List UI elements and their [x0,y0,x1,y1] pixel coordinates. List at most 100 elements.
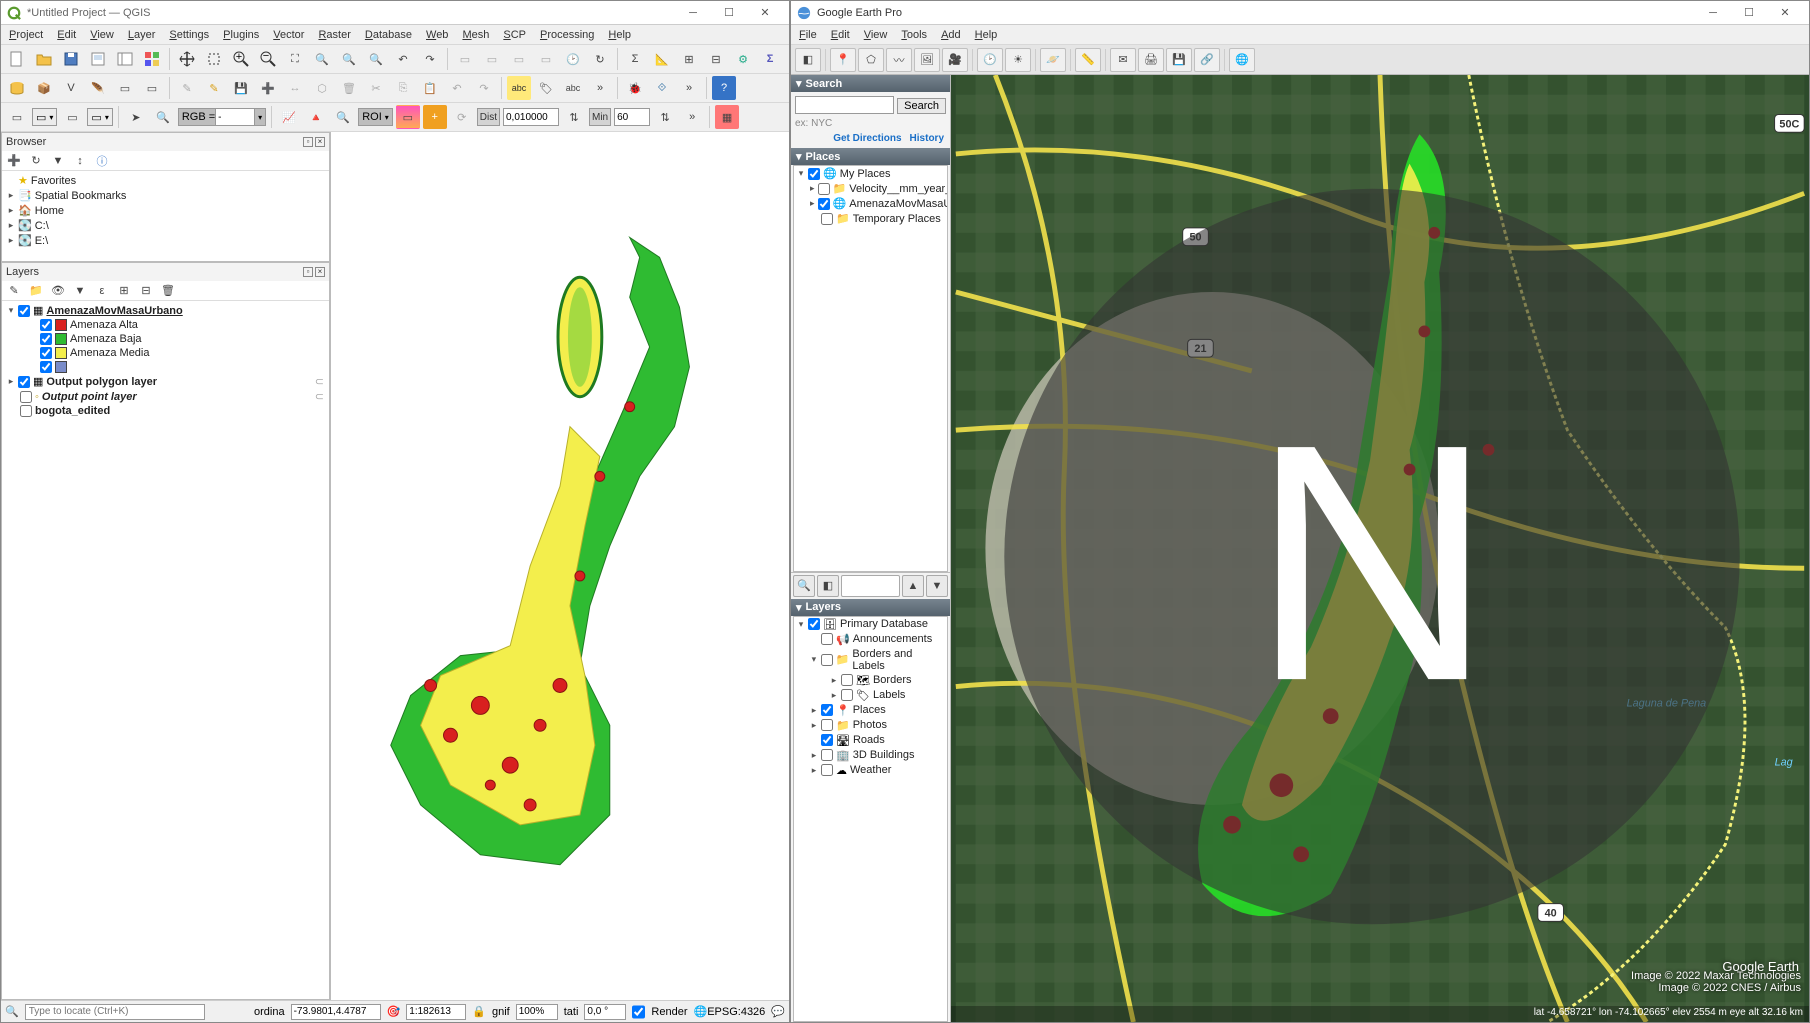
gep-layers-tree[interactable]: ▾🗄Primary Database 📢Announcements ▾📁Bord… [793,616,948,1023]
scp-band-icon[interactable]: ▭ [60,105,84,129]
browser-collapse-icon[interactable]: ↕ [71,152,89,170]
add-feature-icon[interactable]: ➕ [256,76,280,100]
layers-add-group-icon[interactable]: 📁 [27,282,45,300]
panel-undock-icon[interactable]: ▫ [303,137,313,147]
menu-database[interactable]: Database [360,28,417,42]
move-feature-icon[interactable]: ↔ [283,76,307,100]
layers-remove-icon[interactable]: 🗑 [159,282,177,300]
scp-input-combo[interactable]: ▭▾ [32,108,57,126]
pan-icon[interactable] [175,47,199,71]
scp-dock-icon[interactable]: ▭ [5,105,29,129]
browser-item-home[interactable]: ▸🏠Home [4,203,327,218]
layers-collapse-icon[interactable]: ⊟ [137,282,155,300]
scp-rgb-combo[interactable]: RGB = ▾ [178,108,266,126]
field-calc-icon[interactable]: ⊟ [704,47,728,71]
search-input[interactable] [795,96,894,114]
layer-announce[interactable]: 📢Announcements [794,632,947,647]
layers-style-icon[interactable]: ✎ [5,282,23,300]
place-velocity[interactable]: ▸📁Velocity__mm_year__ti... [794,181,947,196]
coord-input[interactable] [291,1004,381,1020]
browser-props-icon[interactable]: ⓘ [93,152,111,170]
menu-help[interactable]: Help [603,28,636,42]
scp-min-spin[interactable]: ⇅ [653,105,677,129]
layers-expr-icon[interactable]: ε [93,282,111,300]
scp-scatter-icon[interactable]: 🔺 [304,105,328,129]
redo-icon[interactable]: ↷ [472,76,496,100]
directions-link[interactable]: Get Directions [833,133,901,144]
legend-unk[interactable] [4,360,327,374]
legend-baja[interactable]: Amenaza Baja [4,332,327,346]
paste-icon[interactable]: 📋 [418,76,442,100]
image-overlay-icon[interactable]: 🖼 [914,48,940,72]
undo-icon[interactable]: ↶ [445,76,469,100]
browser-refresh-icon[interactable]: ↻ [27,152,45,170]
identify-icon[interactable]: ▭ [507,47,531,71]
menu-vector[interactable]: Vector [268,28,309,42]
new-print-layout-icon[interactable] [86,47,110,71]
layers-header[interactable]: ▾Layers [791,599,950,616]
menu-edit[interactable]: Edit [52,28,81,42]
zoom-out-icon[interactable]: − [256,47,280,71]
menu-scp[interactable]: SCP [498,28,531,42]
scp-roi-ptr-icon[interactable]: ➤ [124,105,148,129]
find-place-icon[interactable]: 🔍 [793,575,815,597]
scp-refresh-icon[interactable]: ⟳ [450,105,474,129]
primary-db[interactable]: ▾🗄Primary Database [794,617,947,632]
maximize-button[interactable]: ☐ [1731,2,1767,24]
scp-zoom2-icon[interactable]: 🔍 [331,105,355,129]
browser-panel-header[interactable]: Browser ▫× [2,133,329,151]
panel-close-icon[interactable]: × [315,267,325,277]
python-icon[interactable]: ⟐ [650,76,674,100]
copy-icon[interactable]: ⎘ [391,76,415,100]
menu-mesh[interactable]: Mesh [457,28,494,42]
scp-class-icon[interactable]: ▦ [715,105,739,129]
temp-places[interactable]: 📁Temporary Places [794,211,947,226]
zoom-in-icon[interactable]: + [229,47,253,71]
panel-close-icon[interactable]: × [315,137,325,147]
zoom-full-icon[interactable]: ⛶ [283,47,307,71]
zoom-next-icon[interactable]: ↷ [418,47,442,71]
delete-selected-icon[interactable]: 🗑 [337,76,361,100]
places-header[interactable]: ▾Places [791,148,950,165]
locator-input[interactable] [25,1004,205,1020]
crs-button[interactable]: 🌐EPSG:4326 [694,1005,766,1018]
layers-manage-icon[interactable]: 👁 [49,282,67,300]
places-tree[interactable]: ▾🌐My Places ▸📁Velocity__mm_year__ti... ▸… [793,165,948,572]
new-spatialite-icon[interactable]: 🪶 [86,76,110,100]
zoom-native-icon[interactable]: 🔍 [364,47,388,71]
select-icon[interactable]: ▭ [534,47,558,71]
scp-training-combo[interactable]: ▭▾ [87,108,112,126]
minimize-button[interactable]: ─ [675,2,711,24]
placemark-icon[interactable]: 📍 [830,48,856,72]
pan-to-selection-icon[interactable] [202,47,226,71]
email-icon[interactable]: ✉ [1110,48,1136,72]
qgis-map-canvas[interactable] [331,132,789,1000]
sunlight-icon[interactable]: ☀ [1005,48,1031,72]
zoom-last-icon[interactable]: ↶ [391,47,415,71]
save-edits-icon[interactable]: 💾 [229,76,253,100]
sigma-icon[interactable]: Σ [758,47,782,71]
open-datasource-icon[interactable] [5,76,29,100]
node-tool-icon[interactable]: ⬡ [310,76,334,100]
layers-expand-icon[interactable]: ⊞ [115,282,133,300]
new-project-icon[interactable] [5,47,29,71]
place-amenaza[interactable]: ▸🌐AmenazaMovMasaUr... [794,196,947,211]
save-image-icon[interactable]: 💾 [1166,48,1192,72]
browser-filter-icon[interactable]: ▼ [49,152,67,170]
menu-settings[interactable]: Settings [164,28,214,42]
new-geopackage-icon[interactable]: 📦 [32,76,56,100]
minimize-button[interactable]: ─ [1695,2,1731,24]
menu-project[interactable]: Project [4,28,48,42]
layer-amenaza[interactable]: ▾▦ AmenazaMovMasaUrbano [4,303,327,318]
layers-tree[interactable]: ▾▦ AmenazaMovMasaUrbano Amenaza Alta Ame… [2,301,329,999]
menu-web[interactable]: Web [421,28,453,42]
toolbox-icon[interactable]: ⚙ [731,47,755,71]
current-edits-icon[interactable]: ✎ [202,76,226,100]
layer-output-point[interactable]: ◦Output point layer⊂ [4,389,327,404]
ruler-icon[interactable]: 📏 [1075,48,1101,72]
layer-bogota[interactable]: bogota_edited [4,404,327,418]
browser-item-c[interactable]: ▸💽C:\ [4,218,327,233]
layer-borders-sub[interactable]: ▸🗺Borders [794,673,947,688]
show-layout-manager-icon[interactable] [113,47,137,71]
my-places[interactable]: ▾🌐My Places [794,166,947,181]
